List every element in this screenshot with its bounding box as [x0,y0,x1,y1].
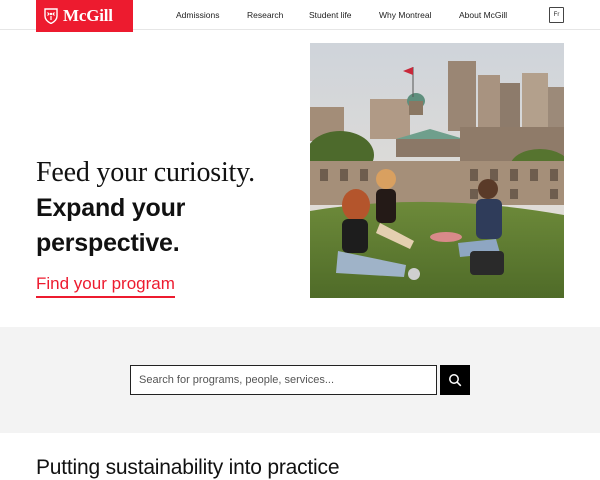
nav-research[interactable]: Research [247,10,283,20]
nav-why-montreal[interactable]: Why Montreal [379,10,431,20]
main-nav: Admissions Research Student life Why Mon… [0,10,600,22]
hero-tagline: Feed your curiosity. [36,157,255,188]
hero-illustration [310,43,564,298]
hero-subline-2: perspective. [36,229,180,257]
site-header: McGill Admissions Research Student life … [0,0,600,32]
find-program-link[interactable]: Find your program [36,274,175,298]
nav-student-life[interactable]: Student life [309,10,352,20]
search-submit-button[interactable] [440,365,470,395]
language-toggle-button[interactable]: Fr [549,7,564,23]
hero-headline: Feed your curiosity. Expand your perspec… [36,156,306,260]
site-search-input[interactable] [130,365,437,395]
nav-admissions[interactable]: Admissions [176,10,219,20]
campus-students-photo [310,43,564,298]
hero-subline-1: Expand your [36,194,186,222]
search-icon [449,374,462,387]
search-section [0,327,600,433]
section-heading: Putting sustainability into practice [36,456,340,479]
nav-about-mcgill[interactable]: About McGill [459,10,507,20]
